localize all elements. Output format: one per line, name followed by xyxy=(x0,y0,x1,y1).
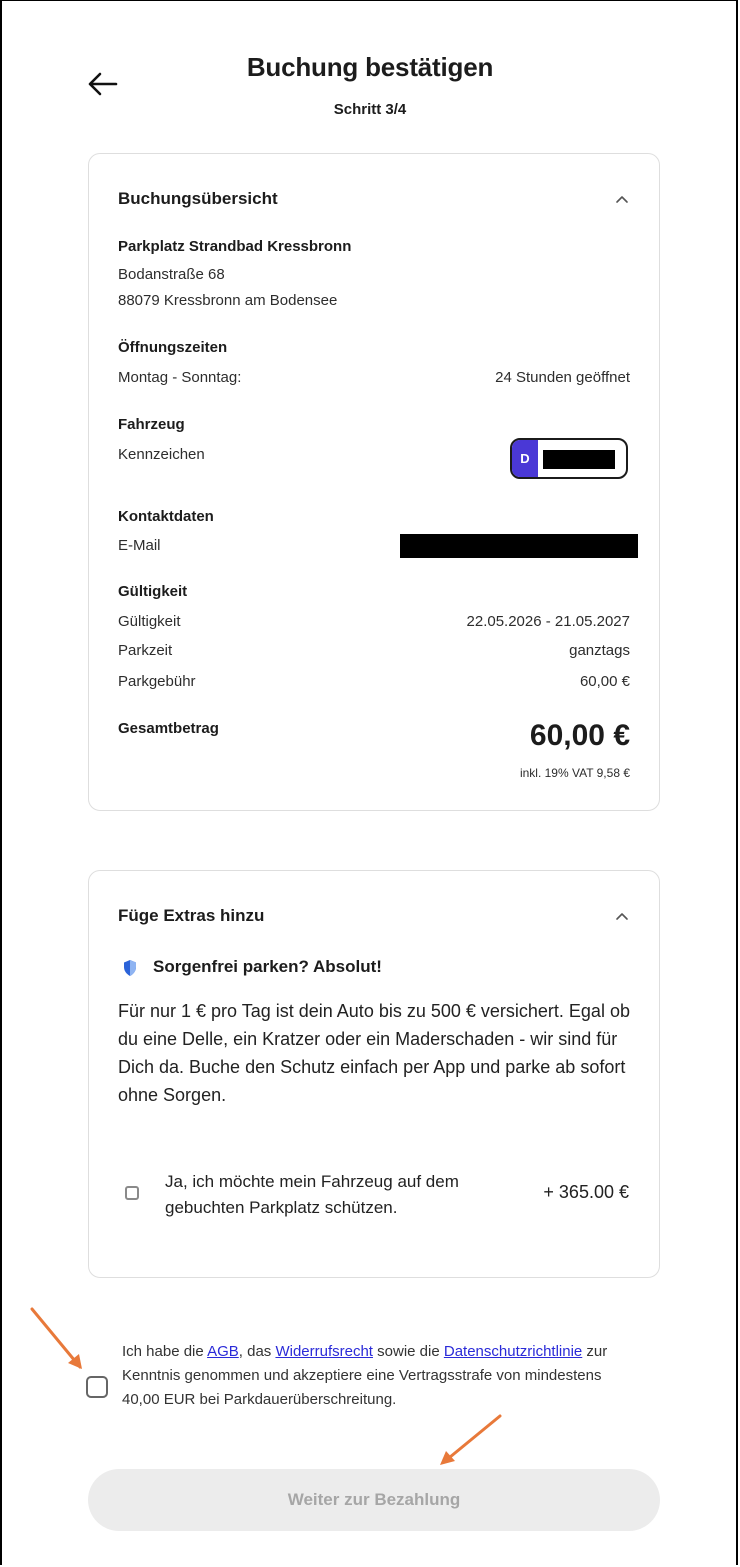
terms-text-part: sowie die xyxy=(372,1343,444,1360)
parking-time-label: Parkzeit xyxy=(118,642,173,659)
hours-heading: Öffnungszeiten xyxy=(118,339,228,356)
plate-label: Kennzeichen xyxy=(118,446,205,463)
continue-to-payment-button[interactable]: Weiter zur Bezahlung xyxy=(88,1469,660,1531)
total-label: Gesamtbetrag xyxy=(118,720,219,737)
validity-value: 22.05.2026 - 21.05.2027 xyxy=(466,613,630,630)
extras-description: Für nur 1 € pro Tag ist dein Auto bis zu… xyxy=(118,1001,630,1105)
annotation-arrow-icon xyxy=(440,1414,502,1465)
chevron-up-icon[interactable] xyxy=(615,911,629,921)
terms-text-part: , das xyxy=(238,1343,276,1360)
extras-title: Füge Extras hinzu xyxy=(118,906,265,925)
datenschutz-link[interactable]: Datenschutzrichtlinie xyxy=(444,1343,582,1360)
booking-summary-card: Buchungsübersicht Parkplatz Strandbad Kr… xyxy=(88,153,660,811)
email-redacted xyxy=(400,534,638,558)
extras-subtitle: Sorgenfrei parken? Absolut! xyxy=(153,957,382,976)
location-street: Bodanstraße 68 xyxy=(118,266,225,283)
location-name: Parkplatz Strandbad Kressbronn xyxy=(118,238,352,255)
insurance-option-label: Ja, ich möchte mein Fahrzeug auf dem geb… xyxy=(165,1172,459,1217)
summary-title: Buchungsübersicht xyxy=(118,189,278,208)
step-indicator: Schritt 3/4 xyxy=(333,101,407,118)
vat-note: inkl. 19% VAT 9,58 € xyxy=(519,766,630,780)
parking-fee-value: 60,00 € xyxy=(579,673,630,690)
parking-fee-label: Parkgebühr xyxy=(118,673,196,690)
vehicle-heading: Fahrzeug xyxy=(118,416,185,433)
validity-heading: Gültigkeit xyxy=(118,583,188,600)
validity-label: Gültigkeit xyxy=(118,613,181,630)
total-amount: 60,00 € xyxy=(529,719,630,752)
hours-days: Montag - Sonntag: xyxy=(118,369,242,386)
chevron-up-icon[interactable] xyxy=(615,194,629,204)
terms-text: Ich habe die AGB, das Widerrufsrecht sow… xyxy=(122,1340,642,1412)
license-plate: D xyxy=(510,438,628,479)
parking-time-value: ganztags xyxy=(569,642,630,659)
plate-country-code: D xyxy=(512,440,538,477)
extras-card: Füge Extras hinzu Sorgenfrei parken? Abs… xyxy=(88,870,660,1278)
insurance-option-price: + 365.00 € xyxy=(543,1182,629,1202)
email-label: E-Mail xyxy=(118,537,161,554)
terms-text-part: Ich habe die xyxy=(122,1343,208,1360)
contact-heading: Kontaktdaten xyxy=(118,508,214,525)
terms-checkbox[interactable] xyxy=(86,1376,108,1398)
annotation-arrow-icon xyxy=(30,1307,82,1369)
agb-link[interactable]: AGB xyxy=(207,1343,239,1360)
shield-icon xyxy=(124,960,136,976)
widerrufsrecht-link[interactable]: Widerrufsrecht xyxy=(275,1343,373,1360)
plate-redacted xyxy=(543,450,615,469)
page-title: Buchung bestätigen xyxy=(246,52,494,82)
insurance-checkbox[interactable] xyxy=(125,1186,139,1200)
location-city: 88079 Kressbronn am Bodensee xyxy=(118,292,338,309)
hours-value: 24 Stunden geöffnet xyxy=(495,369,630,386)
